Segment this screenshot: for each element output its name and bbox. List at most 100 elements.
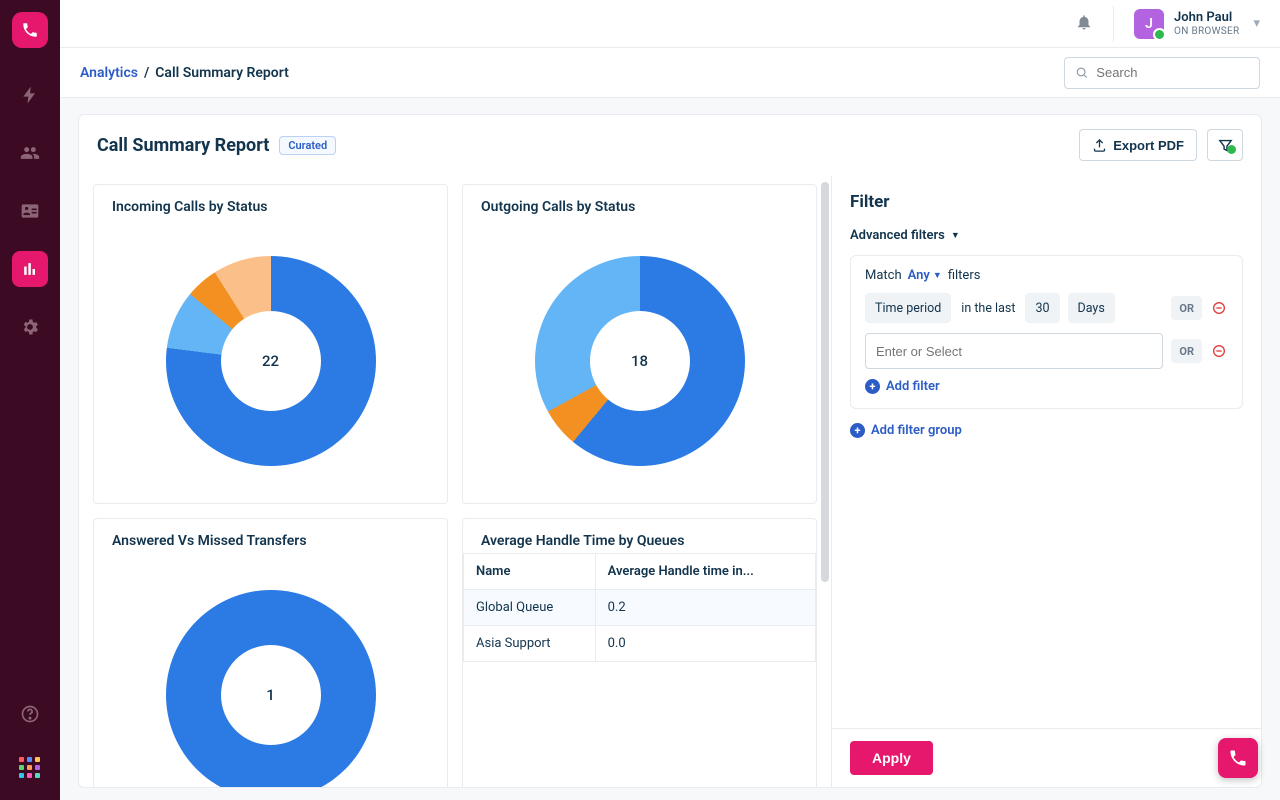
- filter-heading: Filter: [832, 176, 1261, 222]
- topbar: J John Paul ON BROWSER ▾: [60, 0, 1280, 48]
- caret-down-icon: ▼: [933, 270, 942, 281]
- or-chip[interactable]: OR: [1171, 339, 1202, 363]
- col-name: Name: [464, 554, 596, 590]
- nav-analytics[interactable]: [12, 251, 48, 287]
- cond-value[interactable]: 30: [1025, 293, 1059, 323]
- cond-unit[interactable]: Days: [1068, 293, 1115, 323]
- advanced-filters-label: Advanced filters: [850, 228, 945, 243]
- advanced-filters-toggle[interactable]: Advanced filters ▼: [850, 228, 1243, 243]
- cell-value: 0.2: [595, 590, 815, 626]
- curated-badge: Curated: [279, 136, 336, 155]
- app-logo[interactable]: [12, 12, 48, 48]
- donut-total: 18: [590, 311, 690, 411]
- page-title: Call Summary Report: [97, 135, 269, 156]
- nav-bolt[interactable]: [12, 77, 48, 113]
- notifications-button[interactable]: [1075, 13, 1093, 35]
- add-filter-group-link[interactable]: + Add filter group: [850, 423, 1243, 438]
- add-filter-link[interactable]: + Add filter: [865, 379, 1228, 394]
- card-title: Average Handle Time by Queues: [463, 519, 816, 553]
- nav-people[interactable]: [12, 135, 48, 171]
- bell-icon: [1075, 13, 1093, 31]
- gear-icon: [20, 317, 40, 337]
- condition-row: Time period in the last 30 Days OR: [865, 293, 1228, 323]
- user-name: John Paul: [1174, 10, 1239, 26]
- match-mode-select[interactable]: Any ▼: [908, 268, 942, 283]
- export-pdf-label: Export PDF: [1113, 138, 1184, 153]
- phone-icon: [1228, 748, 1248, 768]
- phone-icon: [21, 21, 39, 39]
- plus-circle-icon: +: [865, 379, 880, 394]
- minus-circle-icon: [1211, 343, 1227, 359]
- chevron-down-icon: ▾: [1253, 16, 1260, 31]
- search-input[interactable]: [1094, 64, 1249, 81]
- user-menu[interactable]: J John Paul ON BROWSER ▾: [1134, 9, 1260, 39]
- nav-help[interactable]: [12, 696, 48, 732]
- table-row: Asia Support 0.0: [464, 626, 816, 662]
- scrollbar[interactable]: [821, 182, 829, 582]
- people-icon: [20, 143, 40, 163]
- delete-condition-button[interactable]: [1210, 299, 1228, 317]
- breadcrumb-bar: Analytics / Call Summary Report: [60, 48, 1280, 98]
- filter-group: Match Any ▼ filters Time period in the l…: [850, 255, 1243, 409]
- condition-row-empty: OR: [865, 333, 1228, 369]
- table-row: Global Queue 0.2: [464, 590, 816, 626]
- breadcrumb-current: Call Summary Report: [155, 65, 289, 81]
- caret-down-icon: ▼: [951, 230, 960, 241]
- bolt-icon: [20, 85, 40, 105]
- report-container: Call Summary Report Curated Export PDF: [78, 114, 1262, 788]
- filter-panel: Filter Advanced filters ▼ Match Any ▼: [831, 176, 1261, 787]
- search-icon: [1075, 65, 1088, 80]
- card-title: Incoming Calls by Status: [94, 185, 447, 219]
- cell-name: Global Queue: [464, 590, 596, 626]
- bar-chart-icon: [20, 259, 40, 279]
- card-outgoing: Outgoing Calls by Status 18: [462, 184, 817, 504]
- card-title: Outgoing Calls by Status: [463, 185, 816, 219]
- donut-transfers: 1: [166, 590, 376, 787]
- condition-select[interactable]: [865, 333, 1163, 369]
- help-icon: [20, 704, 40, 724]
- cell-name: Asia Support: [464, 626, 596, 662]
- card-aht: Average Handle Time by Queues Name Avera…: [462, 518, 817, 787]
- apply-button[interactable]: Apply: [850, 741, 933, 775]
- delete-condition-button[interactable]: [1210, 342, 1228, 360]
- avatar: J: [1134, 9, 1164, 39]
- charts-area: Incoming Calls by Status 22 Outgoing Cal…: [79, 176, 831, 787]
- app-grid-icon: [19, 757, 41, 779]
- user-status: ON BROWSER: [1174, 26, 1239, 37]
- col-value: Average Handle time in...: [595, 554, 815, 590]
- donut-total: 1: [221, 645, 321, 745]
- breadcrumb-sep: /: [144, 65, 149, 81]
- sidebar: [0, 0, 60, 800]
- or-chip[interactable]: OR: [1171, 296, 1202, 320]
- id-card-icon: [20, 201, 40, 221]
- main: Analytics / Call Summary Report Call Sum…: [60, 48, 1280, 800]
- match-pre: Match: [865, 268, 902, 283]
- cell-value: 0.0: [595, 626, 815, 662]
- cond-op: in the last: [959, 293, 1017, 323]
- match-row: Match Any ▼ filters: [865, 268, 1228, 283]
- aht-table: Name Average Handle time in... Global Qu…: [463, 553, 816, 662]
- card-title: Answered Vs Missed Transfers: [94, 519, 447, 553]
- cond-field[interactable]: Time period: [865, 293, 951, 323]
- report-header: Call Summary Report Curated Export PDF: [79, 115, 1261, 176]
- nav-id[interactable]: [12, 193, 48, 229]
- match-post: filters: [948, 268, 981, 283]
- export-icon: [1092, 138, 1107, 153]
- filter-footer: Apply: [832, 728, 1261, 787]
- card-incoming: Incoming Calls by Status 22: [93, 184, 448, 504]
- donut-total: 22: [221, 311, 321, 411]
- nav-settings[interactable]: [12, 309, 48, 345]
- filter-active-dot: [1227, 145, 1236, 154]
- body-split: Incoming Calls by Status 22 Outgoing Cal…: [79, 176, 1261, 787]
- card-transfers: Answered Vs Missed Transfers 1: [93, 518, 448, 787]
- filter-toggle-button[interactable]: [1207, 129, 1243, 161]
- donut-outgoing: 18: [535, 256, 745, 466]
- donut-incoming: 22: [166, 256, 376, 466]
- export-pdf-button[interactable]: Export PDF: [1079, 129, 1197, 161]
- nav-apps[interactable]: [12, 750, 48, 786]
- breadcrumb-root[interactable]: Analytics: [80, 65, 138, 81]
- search-box[interactable]: [1064, 57, 1260, 89]
- vertical-divider: [1113, 6, 1114, 42]
- phone-fab[interactable]: [1218, 738, 1258, 778]
- plus-circle-icon: +: [850, 423, 865, 438]
